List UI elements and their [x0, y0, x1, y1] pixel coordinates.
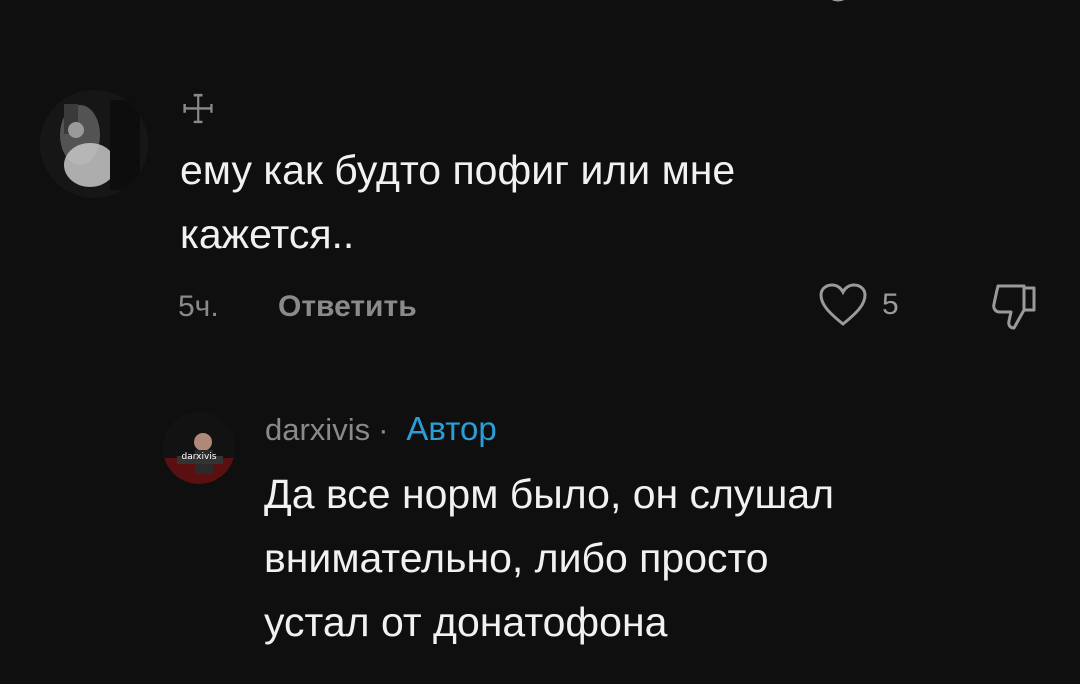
comment-timestamp: 5ч. [178, 290, 219, 323]
reply-button[interactable]: Ответить [278, 290, 417, 324]
reply-header: darxivis · Автор [265, 410, 497, 448]
cropped-like-icon [831, 0, 845, 2]
avatar-image [40, 90, 148, 198]
like-count: 5 [882, 288, 899, 321]
like-button[interactable]: 5 [818, 282, 899, 328]
comments-screen: ☩ ему как будто пофиг или мне кажется.. … [0, 0, 1080, 684]
reply-text: Да все норм было, он слушал внимательно,… [264, 471, 835, 645]
commenter-avatar[interactable] [40, 90, 148, 198]
thumbs-down-icon[interactable] [988, 282, 1042, 332]
heart-icon [819, 283, 867, 326]
author-avatar[interactable]: darxivis [163, 412, 235, 484]
commenter-username[interactable]: ☩ [180, 90, 216, 130]
svg-text:darxivis: darxivis [181, 452, 216, 462]
comment-text: ему как будто пофиг или мне кажется.. [180, 147, 736, 257]
separator-dot: · [378, 412, 389, 447]
cropped-dislike-icon [998, 0, 1038, 6]
author-username[interactable]: darxivis [265, 412, 370, 448]
avatar-image: darxivis [163, 412, 235, 484]
author-badge: Автор [406, 410, 497, 447]
